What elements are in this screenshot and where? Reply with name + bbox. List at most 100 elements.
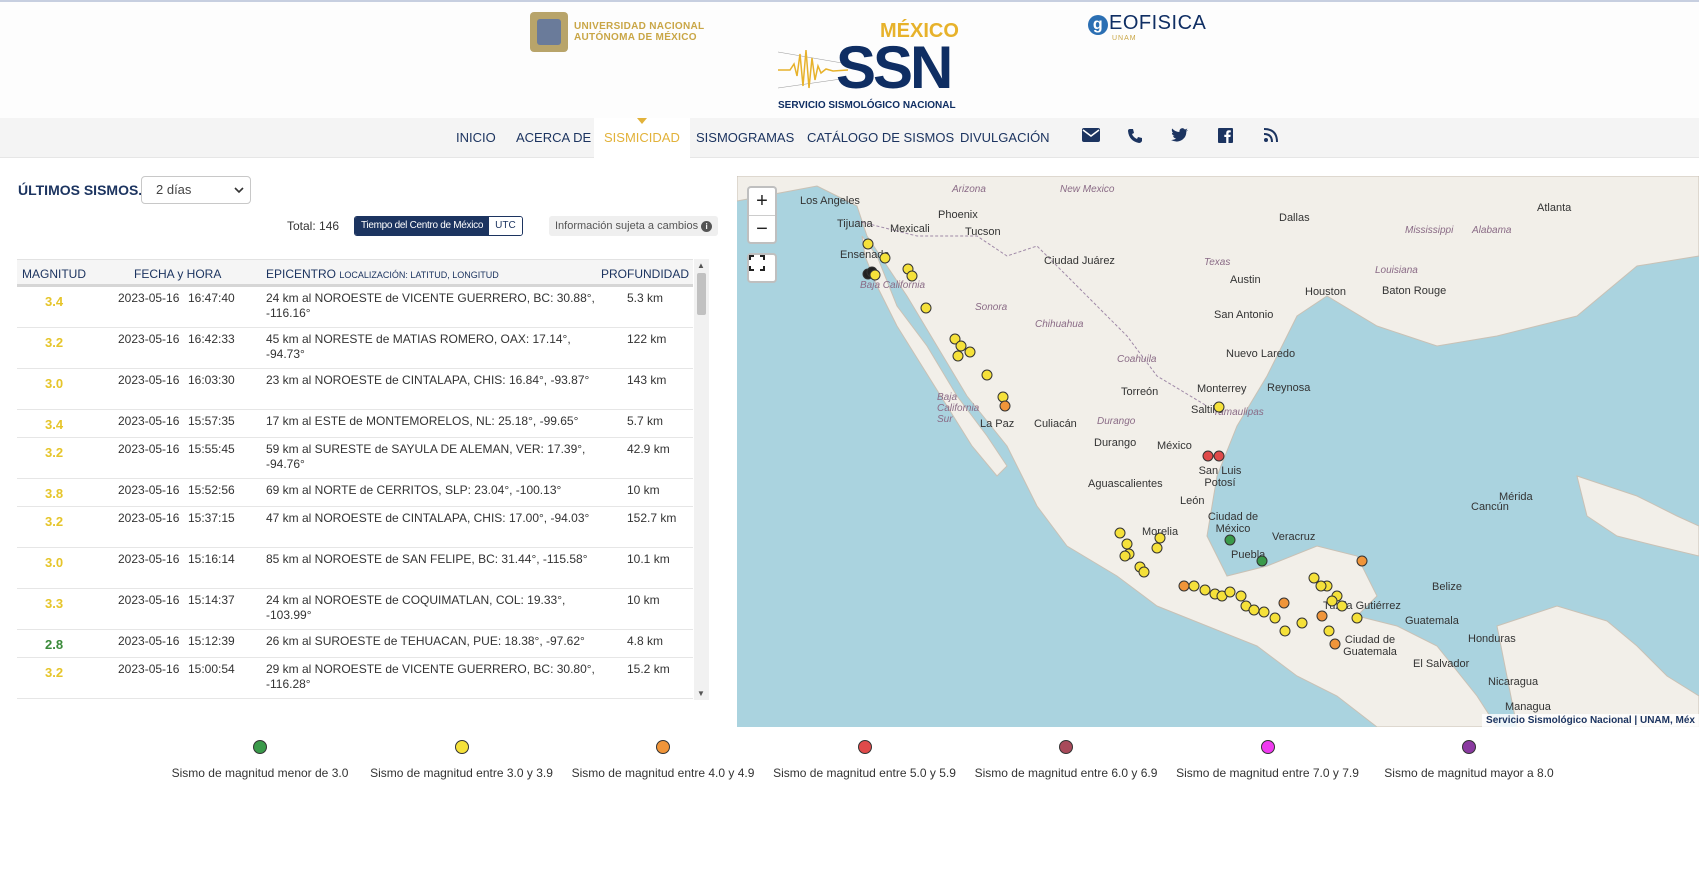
nav-acerca-de[interactable]: ACERCA DE — [516, 118, 591, 158]
map-state-label: Louisiana — [1375, 265, 1418, 276]
range-select[interactable]: 2 días — [141, 176, 251, 204]
table-row[interactable]: 3.2 2023-05-16 15:00:54 29 km al NOROESTE d… — [17, 658, 693, 699]
nav-inicio[interactable]: INICIO — [456, 118, 496, 158]
time-value: 15:16:14 — [188, 552, 235, 566]
map-label: Tijuana — [837, 218, 873, 230]
table-row[interactable]: 3.2 2023-05-16 16:42:33 45 km al NORESTE de… — [17, 328, 693, 369]
table-row[interactable]: 3.8 2023-05-16 15:52:56 69 km al NORTE de C… — [17, 479, 693, 507]
table-row[interactable]: 3.42023-05-1614:54:1423 km al NOROESTE d… — [17, 699, 693, 700]
epicenter-value: 45 km al NORESTE de MATIAS ROMERO, OAX: … — [266, 332, 571, 361]
envelope-icon[interactable] — [1081, 128, 1101, 148]
table-row[interactable]: 3.3 2023-05-16 15:14:37 24 km al NOROESTE d… — [17, 589, 693, 630]
map-label: Culiacán — [1034, 418, 1077, 430]
map-state-label: Coahuila — [1117, 354, 1157, 365]
unam-seal-icon — [530, 12, 568, 52]
site-header: UNIVERSIDAD NACIONAL AUTÓNOMA DE MÉXICO … — [0, 2, 1699, 118]
map-label: Reynosa — [1267, 382, 1311, 394]
map-label: El Salvador — [1413, 658, 1470, 670]
info-icon[interactable]: i — [701, 221, 713, 232]
map-label: Ciudad Juárez — [1044, 255, 1115, 267]
zoom-control: + − — [747, 186, 777, 244]
map-attribution[interactable]: Servicio Sismológico Nacional | UNAM, Mé… — [1482, 714, 1699, 727]
table-row[interactable]: 3.0 2023-05-16 15:16:14 85 km al NOROESTE d… — [17, 548, 693, 589]
map-state-label: Tamaulipas — [1213, 407, 1264, 418]
map-label: Managua — [1505, 701, 1551, 713]
map-state-label: Mississippi — [1405, 225, 1454, 236]
map-label: Ciudad de Guatemala — [1343, 634, 1397, 658]
table-row[interactable]: 3.4 2023-05-16 16:47:40 24 km al NOROESTE d… — [17, 287, 693, 328]
nav-sismogramas[interactable]: SISMOGRAMAS — [696, 118, 794, 158]
col-datetime: FECHA y HORA — [134, 267, 222, 281]
legend-item: Sismo de magnitud mayor a 8.0 — [1369, 740, 1569, 780]
table-row[interactable]: 2.8 2023-05-16 15:12:39 26 km al SUROESTE d… — [17, 630, 693, 658]
unam-name-line2: AUTÓNOMA DE MÉXICO — [574, 32, 697, 43]
time-value: 15:55:45 — [188, 442, 235, 456]
magnitude-value: 3.0 — [45, 376, 64, 391]
table-scrollbar[interactable]: ▲ ▼ — [694, 259, 709, 700]
zoom-out-button[interactable]: − — [749, 215, 775, 242]
ssn-logo[interactable]: MÉXICO SSN SERVICIO SISMOLÓGICO NACIONAL — [778, 20, 968, 116]
magnitude-value: 3.2 — [45, 665, 64, 680]
phone-icon[interactable] — [1125, 128, 1145, 148]
date-value: 2023-05-16 — [118, 373, 180, 387]
table-row[interactable]: 3.2 2023-05-16 15:37:15 47 km al NOROESTE d… — [17, 507, 693, 548]
magnitude-value: 3.3 — [45, 596, 64, 611]
date-value: 2023-05-16 — [118, 483, 180, 497]
legend-label: Sismo de magnitud menor de 3.0 — [171, 766, 349, 780]
table-row[interactable]: 3.4 2023-05-16 15:57:35 17 km al ESTE de MO… — [17, 410, 693, 438]
date-value: 2023-05-16 — [118, 291, 180, 305]
col-epicenter-note: LOCALIZACIÓN: LATITUD, LONGITUD — [339, 270, 499, 280]
rss-icon[interactable] — [1261, 128, 1281, 148]
time-value: 15:00:54 — [188, 662, 235, 676]
scroll-thumb[interactable] — [697, 273, 706, 315]
legend-item: Sismo de magnitud entre 3.0 y 3.9 — [362, 740, 562, 780]
twitter-icon[interactable] — [1169, 128, 1189, 148]
map-label: Dallas — [1279, 212, 1310, 224]
magnitude-value: 3.0 — [45, 555, 64, 570]
magnitude-value: 3.8 — [45, 486, 64, 501]
epicenter-value: 23 km al NOROESTE de CINTALAPA, CHIS: 16… — [266, 373, 590, 387]
fullscreen-button[interactable] — [747, 253, 777, 283]
nav-divulgacion[interactable]: DIVULGACIÓN — [960, 118, 1050, 158]
scroll-up-icon[interactable]: ▲ — [697, 261, 705, 270]
depth-value: 10 km — [627, 593, 660, 607]
map-label: Mexicali — [890, 223, 930, 235]
nav-sismicidad[interactable]: SISMICIDAD — [594, 118, 690, 158]
range-select-value: 2 días — [156, 182, 192, 197]
tz-utc-button[interactable]: UTC — [489, 217, 522, 235]
map-label: Puebla — [1231, 549, 1266, 561]
time-value: 16:42:33 — [188, 332, 235, 346]
table-body: 3.4 2023-05-16 16:47:40 24 km al NOROESTE d… — [17, 287, 693, 700]
map-state-label: Baja California — [860, 280, 926, 291]
table-row[interactable]: 3.2 2023-05-16 15:55:45 59 km al SURESTE de… — [17, 438, 693, 479]
geofisica-logo[interactable]: g EOFISICA UNAM — [1088, 12, 1206, 42]
magnitude-value: 3.2 — [45, 514, 64, 529]
map-label: Phoenix — [938, 209, 978, 221]
time-value: 15:12:39 — [188, 634, 235, 648]
legend-item: Sismo de magnitud entre 5.0 y 5.9 — [765, 740, 965, 780]
tz-central-mexico-button[interactable]: Tiempo del Centro de México — [355, 217, 490, 235]
facebook-icon[interactable] — [1215, 128, 1235, 148]
time-value: 15:14:37 — [188, 593, 235, 607]
map-label: Nicaragua — [1488, 676, 1539, 688]
depth-value: 122 km — [627, 332, 667, 346]
map-label: Nuevo Laredo — [1226, 348, 1296, 360]
table-row[interactable]: 3.0 2023-05-16 16:03:30 23 km al NOROESTE d… — [17, 369, 693, 410]
map-label: Atlanta — [1537, 202, 1572, 214]
zoom-in-button[interactable]: + — [749, 188, 775, 215]
epicenter-value: 24 km al NOROESTE de VICENTE GUERRERO, B… — [266, 291, 595, 320]
depth-value: 152.7 km — [627, 511, 677, 525]
map-label: Belize — [1432, 581, 1462, 593]
nav-catalogo[interactable]: CATÁLOGO DE SISMOS — [807, 118, 954, 158]
scroll-down-icon[interactable]: ▼ — [697, 689, 705, 698]
legend-label: Sismo de magnitud entre 4.0 y 4.9 — [571, 766, 755, 780]
unam-logo[interactable]: UNIVERSIDAD NACIONAL AUTÓNOMA DE MÉXICO — [530, 12, 704, 52]
geofisica-unam: UNAM — [1112, 35, 1137, 42]
earthquake-map[interactable]: Los Angeles Phoenix Tijuana Mexicali Tuc… — [737, 176, 1699, 727]
magnitude-dot-icon — [857, 740, 872, 754]
date-value: 2023-05-16 — [118, 332, 180, 346]
magnitude-value: 2.8 — [45, 637, 64, 652]
depth-value: 143 km — [627, 373, 667, 387]
timezone-toggle: Tiempo del Centro de México UTC — [354, 216, 523, 236]
date-value: 2023-05-16 — [118, 662, 180, 676]
